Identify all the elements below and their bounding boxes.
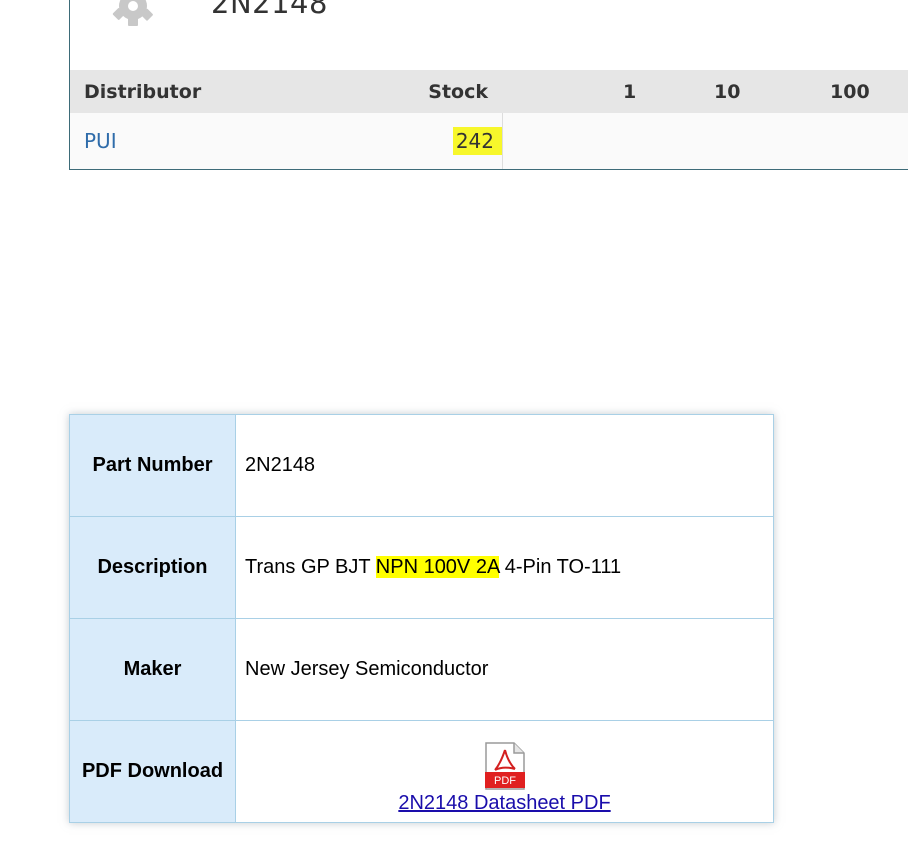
- part-number-value: 2N2148: [235, 414, 774, 517]
- gear-icon: [112, 0, 153, 26]
- column-header-distributor[interactable]: Distributor: [84, 81, 201, 103]
- distributor-link[interactable]: PUI: [84, 129, 117, 153]
- part-number-label: Part Number: [69, 414, 236, 517]
- pdf-download-label: PDF Download: [69, 720, 236, 823]
- description-prefix: Trans GP BJT: [245, 556, 376, 578]
- maker-row: Maker New Jersey Semiconductor: [69, 618, 774, 721]
- maker-label: Maker: [69, 618, 236, 721]
- description-row: Description Trans GP BJT NPN 100V 2A 4-P…: [69, 516, 774, 619]
- table-row: PUI 242: [70, 113, 908, 169]
- description-highlight: NPN 100V 2A: [375, 556, 500, 578]
- part-title: 2N2148: [211, 0, 328, 20]
- maker-value: New Jersey Semiconductor: [235, 618, 774, 721]
- column-divider: [502, 113, 503, 169]
- description-value: Trans GP BJT NPN 100V 2A 4-Pin TO-111: [235, 516, 774, 619]
- distributor-table-header: Distributor Stock 1 10 100: [70, 70, 908, 113]
- part-number-row: Part Number 2N2148: [69, 414, 774, 517]
- column-header-qty-10: 10: [714, 81, 741, 103]
- description-suffix: 4-Pin TO-111: [499, 556, 622, 578]
- pdf-file-icon[interactable]: PDF: [484, 742, 526, 790]
- part-details-table: Part Number 2N2148 Description Trans GP …: [69, 414, 774, 823]
- stock-value: 242: [452, 127, 503, 155]
- pdf-download-row: PDF Download PDF 2N2148 Datasheet PDF: [69, 720, 774, 823]
- pdf-icon-text: PDF: [494, 775, 516, 787]
- pdf-download-cell: PDF 2N2148 Datasheet PDF: [235, 720, 774, 823]
- column-header-qty-1: 1: [623, 81, 637, 103]
- distributor-card: 2N2148 Distributor Stock 1 10 100 PUI 24…: [69, 0, 908, 170]
- column-header-stock[interactable]: Stock: [428, 81, 488, 103]
- column-header-qty-100: 100: [830, 81, 870, 103]
- description-label: Description: [69, 516, 236, 619]
- datasheet-pdf-link[interactable]: 2N2148 Datasheet PDF: [398, 792, 610, 814]
